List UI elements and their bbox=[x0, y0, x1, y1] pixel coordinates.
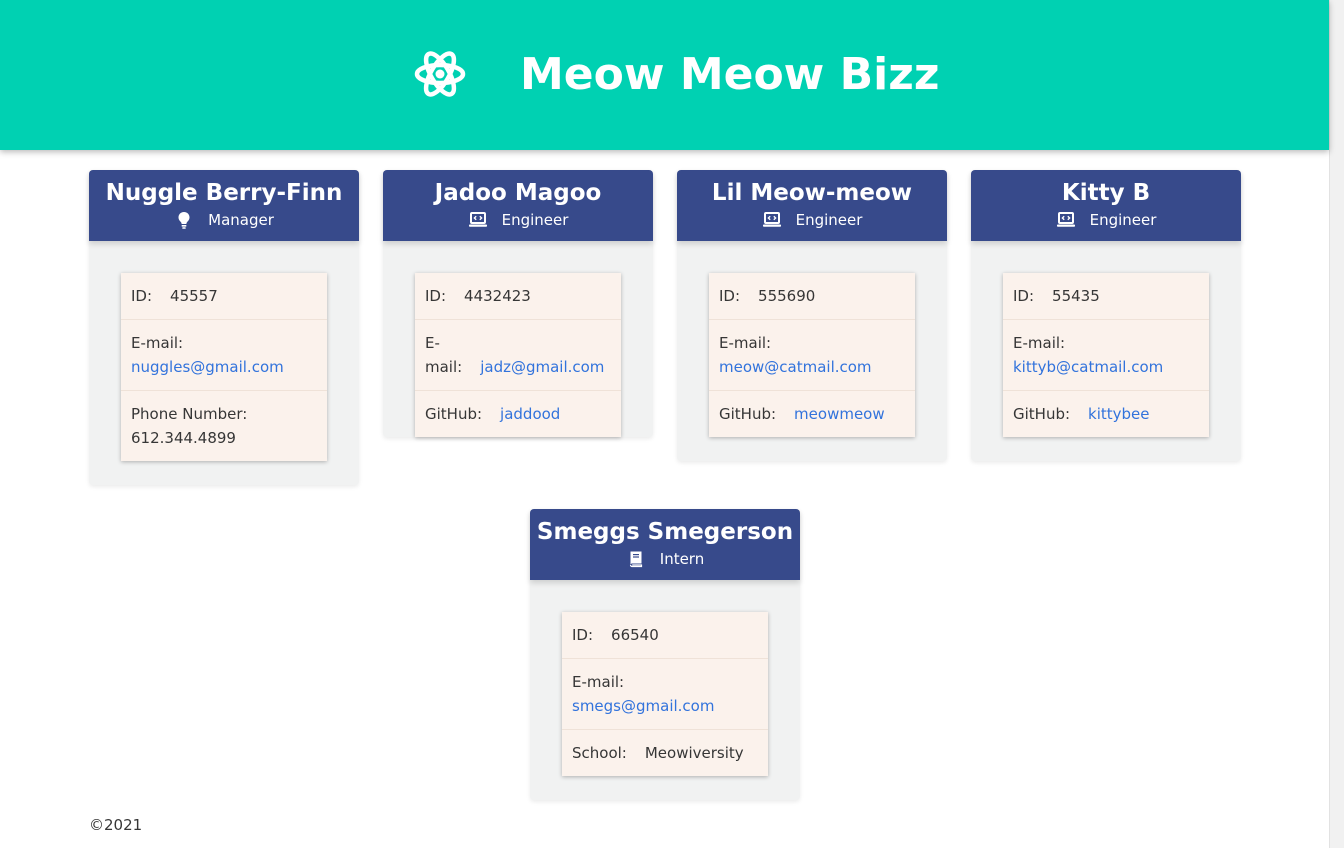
employee-card-engineer: Kitty B Engineer ID: 55435 E-mail: kittyb@… bbox=[971, 170, 1241, 461]
info-list: ID: 66540 E-mail: smegs@gmail.com School: M… bbox=[562, 612, 768, 776]
info-list: ID: 55435 E-mail: kittyb@catmail.com GitHu… bbox=[1003, 273, 1209, 437]
email-row: E-mail: nuggles@gmail.com bbox=[121, 319, 327, 390]
employee-role-line: Engineer bbox=[971, 209, 1241, 231]
github-row: GitHub: meowmeow bbox=[709, 390, 915, 437]
footer-copyright: ©2021 bbox=[89, 816, 143, 834]
employee-name: Nuggle Berry-Finn bbox=[105, 180, 343, 206]
id-value: 555690 bbox=[758, 287, 816, 305]
email-row: E-mail: smegs@gmail.com bbox=[562, 658, 768, 729]
employee-name: Jadoo Magoo bbox=[434, 180, 602, 206]
github-row: GitHub: kittybee bbox=[1003, 390, 1209, 437]
employee-card-intern: Smeggs Smegerson Intern ID: 66540 E-mail:… bbox=[530, 509, 800, 800]
id-row: ID: 45557 bbox=[121, 273, 327, 319]
site-header: Meow Meow Bizz bbox=[0, 0, 1329, 150]
id-value: 4432423 bbox=[464, 287, 531, 305]
atom-icon bbox=[414, 51, 466, 97]
employee-role: Engineer bbox=[501, 211, 569, 229]
github-row: GitHub: jaddood bbox=[415, 390, 621, 437]
id-label: ID: bbox=[131, 287, 153, 305]
employee-role-line: Engineer bbox=[677, 209, 947, 231]
card-header: Smeggs Smegerson Intern bbox=[530, 509, 800, 580]
id-value: 66540 bbox=[611, 626, 659, 644]
github-link[interactable]: meowmeow bbox=[794, 405, 885, 423]
laptop-code-icon bbox=[468, 212, 487, 227]
school-row: School: Meowiversity bbox=[562, 729, 768, 776]
employee-card-manager: Nuggle Berry-Finn Manager ID: 45557 E-mai… bbox=[89, 170, 359, 485]
employee-role: Manager bbox=[208, 211, 274, 229]
email-link[interactable]: nuggles@gmail.com bbox=[131, 358, 284, 376]
employee-card-engineer: Jadoo Magoo Engineer ID: 4432423 E-mail: j… bbox=[383, 170, 653, 437]
github-link[interactable]: jaddood bbox=[500, 405, 560, 423]
email-link[interactable]: meow@catmail.com bbox=[719, 358, 872, 376]
lightbulb-icon bbox=[178, 212, 190, 229]
email-link[interactable]: smegs@gmail.com bbox=[572, 697, 714, 715]
email-row: E-mail: kittyb@catmail.com bbox=[1003, 319, 1209, 390]
info-list: ID: 4432423 E-mail: jadz@gmail.com GitHub:… bbox=[415, 273, 621, 437]
email-link[interactable]: kittyb@catmail.com bbox=[1013, 358, 1163, 376]
email-label: E-mail: bbox=[572, 673, 625, 691]
phone-row: Phone Number: 612.344.4899 bbox=[121, 390, 327, 461]
employee-role: Engineer bbox=[1089, 211, 1157, 229]
employee-role: Intern bbox=[659, 550, 705, 568]
github-link[interactable]: kittybee bbox=[1088, 405, 1149, 423]
laptop-code-icon bbox=[1056, 212, 1075, 227]
card-header: Lil Meow-meow Engineer bbox=[677, 170, 947, 241]
id-row: ID: 4432423 bbox=[415, 273, 621, 319]
employee-role: Engineer bbox=[795, 211, 863, 229]
employee-role-line: Engineer bbox=[383, 209, 653, 231]
email-label: E-mail: bbox=[719, 334, 772, 352]
id-label: ID: bbox=[1013, 287, 1035, 305]
id-value: 45557 bbox=[170, 287, 218, 305]
page-scrollbar[interactable] bbox=[1329, 0, 1344, 848]
info-list: ID: 555690 E-mail: meow@catmail.com GitHub… bbox=[709, 273, 915, 437]
github-label: GitHub: bbox=[425, 405, 483, 423]
card-header: Nuggle Berry-Finn Manager bbox=[89, 170, 359, 241]
email-label: E-mail: bbox=[131, 334, 184, 352]
school-value: Meowiversity bbox=[644, 744, 744, 762]
id-label: ID: bbox=[425, 287, 447, 305]
phone-label: Phone Number: bbox=[131, 405, 248, 423]
email-row: E-mail: jadz@gmail.com bbox=[415, 319, 621, 390]
id-row: ID: 555690 bbox=[709, 273, 915, 319]
id-label: ID: bbox=[572, 626, 594, 644]
book-icon bbox=[629, 551, 642, 568]
employee-name: Lil Meow-meow bbox=[711, 180, 913, 206]
employee-name: Smeggs Smegerson bbox=[536, 519, 794, 545]
employee-card-engineer: Lil Meow-meow Engineer ID: 555690 E-mail:… bbox=[677, 170, 947, 461]
card-header: Kitty B Engineer bbox=[971, 170, 1241, 241]
employee-role-line: Intern bbox=[530, 548, 800, 570]
email-link[interactable]: jadz@gmail.com bbox=[480, 358, 604, 376]
email-label: E-mail: bbox=[1013, 334, 1066, 352]
id-row: ID: 66540 bbox=[562, 612, 768, 658]
github-label: GitHub: bbox=[1013, 405, 1071, 423]
id-value: 55435 bbox=[1052, 287, 1100, 305]
email-row: E-mail: meow@catmail.com bbox=[709, 319, 915, 390]
card-header: Jadoo Magoo Engineer bbox=[383, 170, 653, 241]
email-label: E-mail: bbox=[425, 334, 463, 376]
phone-value: 612.344.4899 bbox=[131, 429, 236, 447]
site-title: Meow Meow Bizz bbox=[520, 49, 940, 100]
laptop-code-icon bbox=[762, 212, 781, 227]
school-label: School: bbox=[572, 744, 627, 762]
employee-name: Kitty B bbox=[1061, 180, 1151, 206]
github-label: GitHub: bbox=[719, 405, 777, 423]
id-label: ID: bbox=[719, 287, 741, 305]
employee-role-line: Manager bbox=[89, 209, 359, 231]
info-list: ID: 45557 E-mail: nuggles@gmail.com Phone … bbox=[121, 273, 327, 461]
id-row: ID: 55435 bbox=[1003, 273, 1209, 319]
